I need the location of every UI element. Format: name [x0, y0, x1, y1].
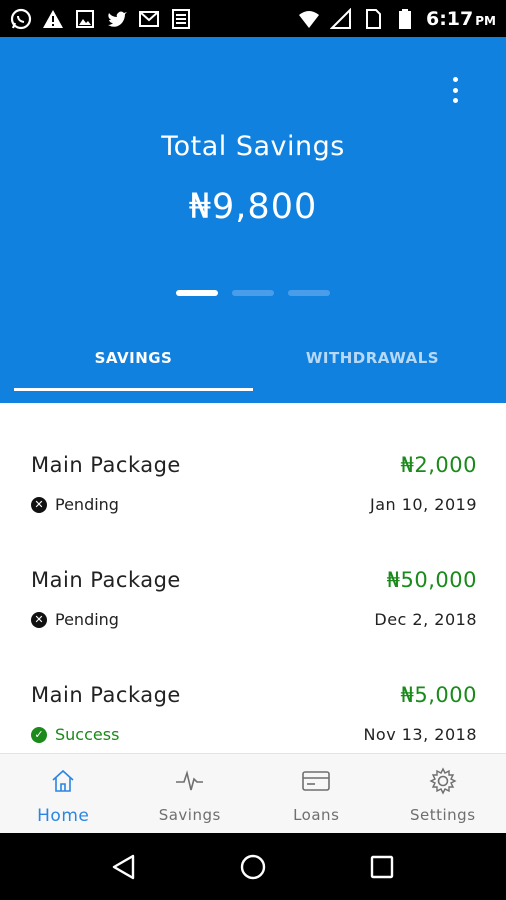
nav-settings[interactable]: Settings	[380, 754, 506, 833]
package-name: Main Package	[31, 683, 181, 707]
status-badge: ✓ Success	[31, 725, 119, 744]
nav-loans[interactable]: Loans	[253, 754, 380, 833]
card-icon	[301, 766, 331, 796]
status-badge: ✕ Pending	[31, 610, 119, 629]
tab-savings[interactable]: SAVINGS	[14, 335, 253, 391]
list-item[interactable]: Main Package ₦5,000 ✓ Success Nov 13, 20…	[0, 633, 506, 748]
home-icon	[48, 766, 78, 796]
image-icon	[74, 8, 96, 30]
page-dot[interactable]	[232, 290, 274, 296]
check-icon: ✓	[31, 726, 47, 743]
status-badge: ✕ Pending	[31, 495, 119, 514]
whatsapp-icon	[10, 8, 32, 30]
sim-icon	[362, 8, 384, 30]
nav-label: Savings	[158, 806, 221, 824]
status-text: Success	[55, 725, 120, 744]
overflow-menu-icon[interactable]	[448, 77, 462, 103]
tab-bar: SAVINGS WITHDRAWALS	[14, 335, 492, 391]
signal-icon	[329, 7, 352, 30]
recents-icon[interactable]	[364, 849, 400, 885]
transaction-date: Nov 13, 2018	[363, 725, 477, 744]
gmail-icon	[138, 8, 160, 30]
tab-withdrawals[interactable]: WITHDRAWALS	[253, 335, 492, 391]
transaction-list: Main Package ₦2,000 ✕ Pending Jan 10, 20…	[0, 403, 506, 753]
notification-icons	[10, 8, 192, 30]
nav-label: Settings	[409, 806, 476, 824]
nav-label: Home	[37, 806, 90, 826]
status-text: Pending	[55, 495, 119, 514]
savings-header: Total Savings ₦9,800 SAVINGS WITHDRAWALS	[0, 37, 506, 403]
page-indicator	[176, 290, 330, 296]
transaction-date: Dec 2, 2018	[374, 610, 477, 629]
total-savings-amount: ₦9,800	[188, 187, 318, 227]
nav-home[interactable]: Home	[0, 754, 127, 833]
battery-icon	[394, 8, 416, 30]
system-navigation-bar	[0, 833, 506, 900]
transaction-amount: ₦50,000	[386, 568, 477, 592]
transaction-date: Jan 10, 2019	[370, 495, 477, 514]
twitter-icon	[106, 8, 128, 30]
clock: 6:17 PM	[425, 7, 496, 30]
transaction-amount: ₦5,000	[400, 683, 477, 707]
warning-icon	[42, 8, 64, 30]
list-item[interactable]: Main Package ₦2,000 ✕ Pending Jan 10, 20…	[0, 403, 506, 518]
status-text: Pending	[55, 610, 119, 629]
wifi-icon	[298, 8, 320, 30]
system-icons: 6:17 PM	[298, 7, 496, 30]
news-icon	[170, 8, 192, 30]
nav-label: Loans	[293, 806, 340, 824]
package-name: Main Package	[31, 568, 181, 592]
back-icon[interactable]	[106, 849, 142, 885]
home-button-icon[interactable]	[235, 849, 271, 885]
bottom-navigation: Home Savings Loans Settings	[0, 753, 506, 833]
pulse-icon	[175, 766, 205, 796]
cancel-icon: ✕	[31, 611, 47, 628]
total-savings-label: Total Savings	[161, 131, 345, 162]
transaction-amount: ₦2,000	[400, 453, 477, 477]
gear-icon	[428, 766, 458, 796]
status-bar: 6:17 PM	[0, 0, 506, 37]
list-item[interactable]: Main Package ₦50,000 ✕ Pending Dec 2, 20…	[0, 518, 506, 633]
nav-savings[interactable]: Savings	[127, 754, 254, 833]
page-dot[interactable]	[288, 290, 330, 296]
page-dot[interactable]	[176, 290, 218, 296]
cancel-icon: ✕	[31, 496, 47, 513]
package-name: Main Package	[31, 453, 181, 477]
